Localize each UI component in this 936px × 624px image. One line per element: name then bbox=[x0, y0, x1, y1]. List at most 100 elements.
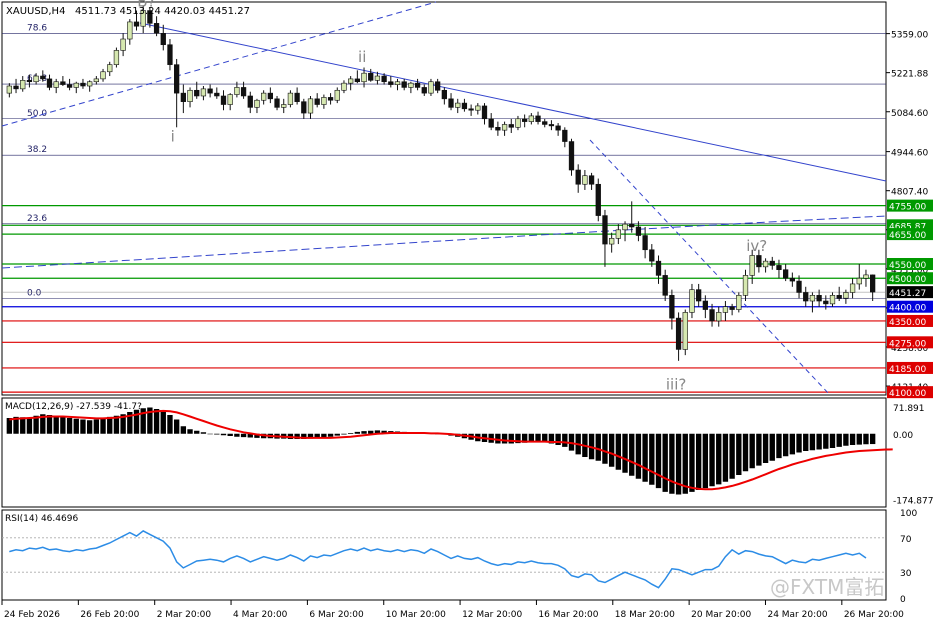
macd-bar bbox=[662, 433, 668, 492]
macd-bar bbox=[153, 409, 160, 434]
candle-body bbox=[548, 124, 555, 127]
candle-body bbox=[829, 295, 836, 305]
candle-body bbox=[207, 88, 213, 94]
macd-bar bbox=[555, 433, 561, 445]
candle-body bbox=[120, 38, 126, 51]
candle-body bbox=[809, 295, 816, 302]
price-tick-label: 5359.00 bbox=[891, 31, 928, 41]
level-tag-4275.00: 4275.00 bbox=[889, 339, 926, 349]
candle-body bbox=[622, 223, 628, 231]
candle-body bbox=[555, 125, 561, 131]
macd-bar bbox=[622, 433, 628, 473]
macd-label: MACD(12,26,9) -27.539 -41.7? bbox=[5, 402, 142, 412]
candle-body bbox=[796, 280, 802, 293]
macd-bar bbox=[160, 411, 166, 434]
candle-body bbox=[267, 92, 273, 100]
macd-bar bbox=[769, 433, 775, 461]
candle-body bbox=[803, 292, 809, 302]
level-tag-4400.00: 4400.00 bbox=[889, 304, 926, 314]
candle-body bbox=[227, 94, 233, 105]
candle-body bbox=[501, 124, 508, 131]
candle-body bbox=[863, 274, 869, 279]
macd-tick-label: -174.877 bbox=[893, 496, 933, 506]
candle-body bbox=[220, 95, 227, 105]
candle-body bbox=[26, 80, 33, 83]
candle-body bbox=[515, 118, 521, 128]
macd-bar bbox=[508, 433, 514, 444]
candle-body bbox=[53, 81, 59, 88]
candle-body bbox=[113, 50, 120, 65]
macd-bar bbox=[803, 433, 809, 451]
candle-body bbox=[321, 97, 327, 105]
macd-bar bbox=[200, 432, 207, 434]
macd-bar bbox=[649, 433, 655, 485]
level-tag-4500.00: 4500.00 bbox=[889, 275, 926, 285]
candle-body bbox=[615, 229, 621, 239]
macd-bar bbox=[207, 433, 213, 435]
macd-bar bbox=[635, 433, 642, 479]
macd-bar bbox=[334, 433, 340, 436]
candle-body bbox=[127, 21, 133, 40]
candle-body bbox=[80, 82, 86, 87]
candle-body bbox=[13, 85, 19, 90]
macd-bar bbox=[53, 416, 59, 434]
candle-body bbox=[783, 269, 789, 279]
candle-body bbox=[160, 33, 166, 46]
candle-body bbox=[769, 260, 775, 266]
candle-body bbox=[588, 175, 595, 185]
candle-body bbox=[508, 124, 514, 128]
candle-body bbox=[361, 72, 367, 83]
trading-chart: 78.661.850.038.223.60.0 B?iiiiii?iv? XAU… bbox=[0, 0, 936, 624]
candle-body bbox=[234, 87, 240, 95]
macd-bar bbox=[100, 418, 106, 434]
candle-body bbox=[722, 306, 729, 313]
candle-body bbox=[461, 102, 468, 110]
candle-body bbox=[40, 75, 46, 80]
level-tag-4100.00: 4100.00 bbox=[889, 389, 926, 399]
candle-body bbox=[762, 260, 769, 268]
macd-bar bbox=[361, 431, 367, 434]
candle-body bbox=[816, 295, 822, 302]
candle-body bbox=[481, 105, 488, 120]
level-tag-4350.00: 4350.00 bbox=[889, 318, 926, 328]
candle-body bbox=[870, 274, 876, 293]
macd-bar bbox=[562, 433, 568, 447]
candle-body bbox=[240, 87, 247, 97]
macd-bar bbox=[762, 433, 769, 463]
candle-body bbox=[93, 78, 99, 83]
candle-body bbox=[823, 300, 829, 305]
time-tick-label: 4 Mar 20:00 bbox=[233, 610, 288, 620]
macd-bar bbox=[595, 433, 601, 461]
macd-bar bbox=[80, 419, 86, 434]
candle-body bbox=[6, 85, 12, 94]
fib-label-38.2: 38.2 bbox=[27, 145, 47, 155]
rsi-tick-label: 0 bbox=[900, 595, 906, 605]
rsi-tick-label: 30 bbox=[900, 569, 912, 579]
candle-body bbox=[247, 95, 253, 108]
candle-body bbox=[274, 98, 280, 108]
candle-body bbox=[261, 92, 267, 101]
level-tag-4655.00: 4655.00 bbox=[889, 231, 926, 241]
candle-body bbox=[756, 255, 762, 268]
candle-body bbox=[448, 98, 454, 108]
macd-bar bbox=[836, 433, 842, 447]
candle-body bbox=[669, 295, 675, 319]
macd-bar bbox=[227, 433, 233, 436]
candle-body bbox=[522, 118, 528, 122]
candle-body bbox=[441, 89, 447, 100]
macd-bar bbox=[789, 433, 796, 455]
macd-bar bbox=[354, 431, 361, 434]
candle-body bbox=[394, 81, 401, 85]
time-tick-label: 26 Feb 20:00 bbox=[80, 610, 139, 620]
macd-bar bbox=[615, 433, 622, 470]
candle-body bbox=[789, 277, 795, 282]
candle-body bbox=[281, 104, 287, 108]
wave-label-iv?: iv? bbox=[746, 237, 767, 255]
macd-bar bbox=[856, 433, 862, 445]
candle-body bbox=[575, 169, 581, 185]
level-tag-4550.00: 4550.00 bbox=[889, 261, 926, 271]
macd-bar bbox=[729, 433, 735, 479]
candle-body bbox=[174, 64, 180, 94]
candle-body bbox=[602, 215, 608, 245]
candle-body bbox=[421, 87, 427, 94]
